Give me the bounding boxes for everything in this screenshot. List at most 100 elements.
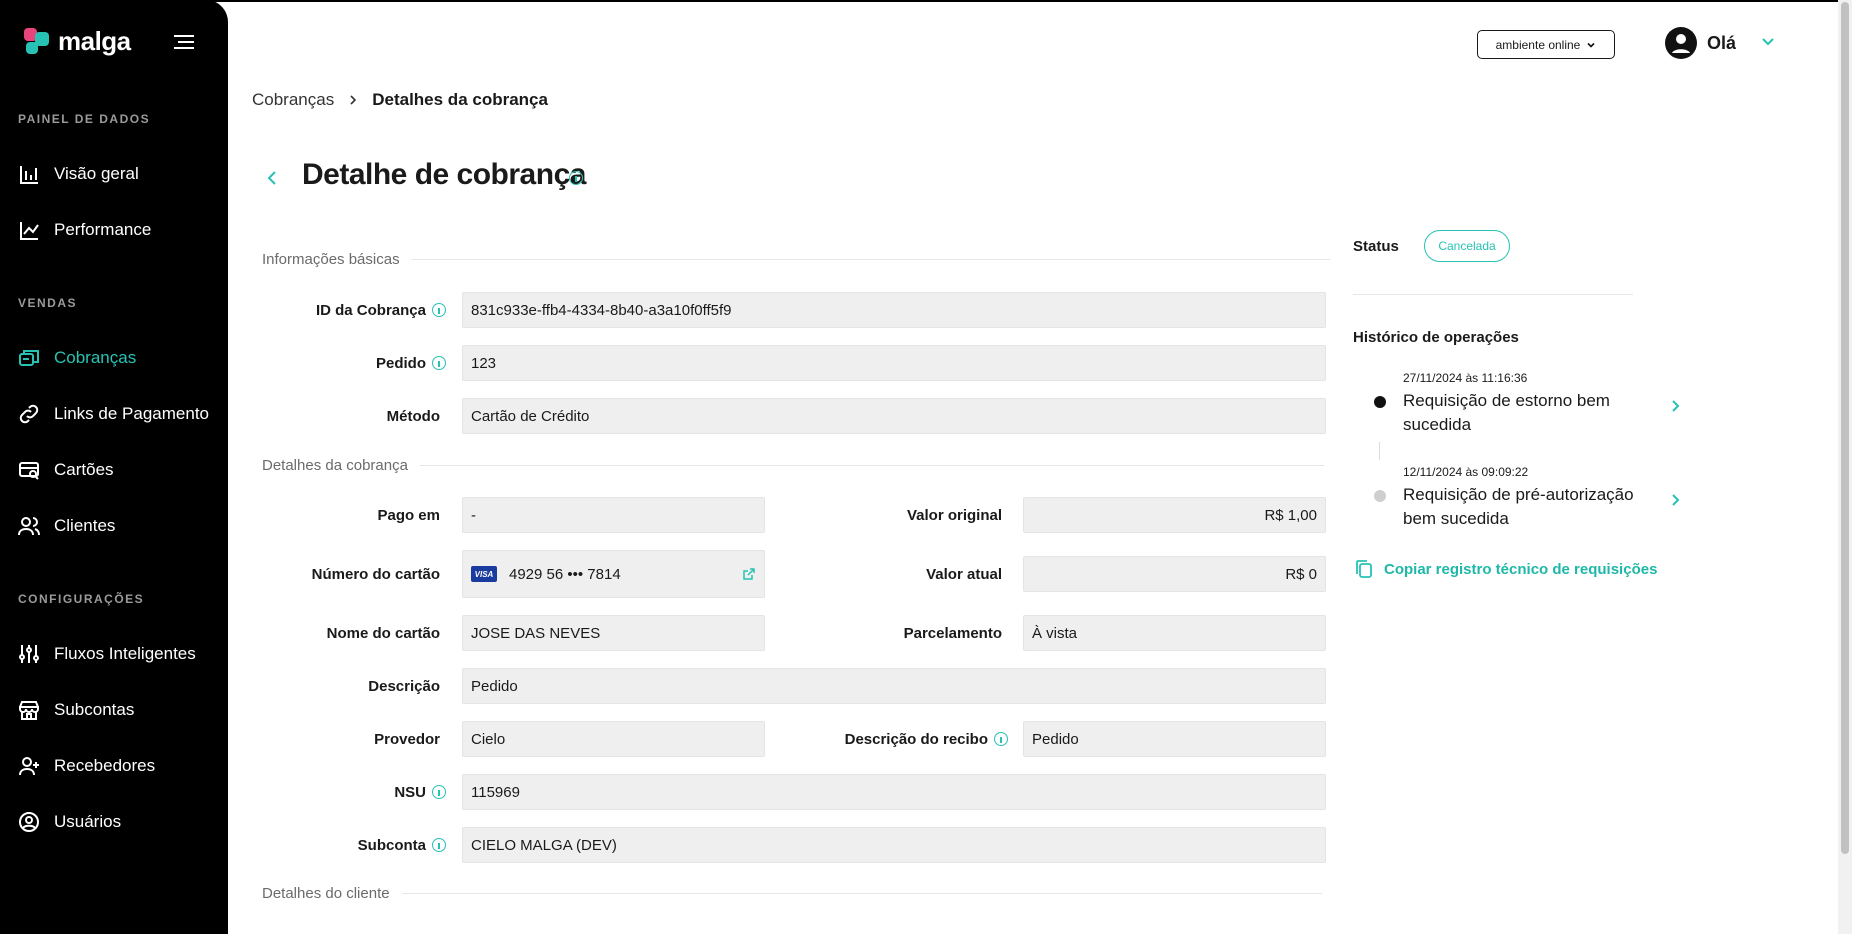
sidebar-item-customers[interactable]: Clientes [18,509,218,543]
title-info-icon[interactable] [569,171,583,185]
installments-label: Parcelamento [800,615,1002,651]
section-basic-info: Informações básicas [262,251,1330,268]
current-value-field[interactable]: R$ 0 [1023,556,1326,592]
receipt-description-field[interactable]: Pedido [1023,721,1326,757]
visa-card-icon: VISA [471,566,497,582]
order-field[interactable]: 123 [462,345,1326,381]
users-icon [18,517,40,536]
label-text: Pedido [375,354,426,372]
bar-chart-icon [20,166,38,184]
nsu-field[interactable]: 115969 [462,774,1326,810]
top-border [0,0,1852,2]
user-chevron-down-icon[interactable] [1760,34,1776,50]
sidebar-item-label: Fluxos Inteligentes [54,644,196,663]
info-icon[interactable] [994,732,1008,746]
copy-request-log-link[interactable]: Copiar registro técnico de requisições [1354,559,1657,579]
label-text: Valor original [906,506,1002,524]
paid-at-field[interactable]: - [462,497,765,533]
chevron-right-icon[interactable] [1670,493,1682,507]
history-connector [1379,442,1380,460]
chevron-right-icon[interactable] [1670,399,1682,413]
history-dot [1374,396,1386,408]
charge-id-label: ID da Cobrança [262,292,446,328]
info-icon[interactable] [432,838,446,852]
label-text: Número do cartão [311,565,440,583]
info-icon[interactable] [432,356,446,370]
sidebar-item-label: Usuários [54,812,122,831]
history-title: Histórico de operações [1353,329,1519,346]
status-badge: Cancelada [1424,230,1510,262]
label-text: Método [386,407,440,425]
sidebar-item-label: Subcontas [54,700,135,719]
sidebar-item-receivers[interactable]: Recebedores [18,749,218,783]
chevron-right-icon [350,95,357,105]
sidebar-item-charges[interactable]: Cobranças [18,341,218,375]
history-dot [1374,490,1386,502]
provider-field[interactable]: Cielo [462,721,765,757]
sidebar-item-label: Cartões [54,460,114,479]
breadcrumb-current: Detalhes da cobrança [372,90,548,109]
sidebar-item-label: Performance [54,220,152,239]
method-label: Método [262,398,440,434]
user-menu[interactable]: Olá [1665,27,1736,59]
divider [411,259,1330,260]
charge-id-field[interactable]: 831c933e-ffb4-4334-8b40-a3a10f0ff5f9 [462,292,1326,328]
environment-select[interactable]: ambiente online [1477,30,1615,59]
page-scrollbar[interactable] [1838,0,1852,934]
sidebar-item-overview[interactable]: Visão geral [18,157,218,191]
section-basic-info-title: Informações básicas [262,251,400,268]
chevron-down-icon [1587,42,1595,48]
label-text: Parcelamento [903,624,1002,642]
method-field[interactable]: Cartão de Crédito [462,398,1326,434]
provider-label: Provedor [262,721,440,757]
external-link-icon[interactable] [742,567,756,581]
scrollbar-thumb[interactable] [1841,2,1849,854]
charges-icon [19,350,39,366]
brand-name: malga [58,26,131,56]
sidebar-item-smart-flows[interactable]: Fluxos Inteligentes [18,637,218,671]
copy-icon [1356,560,1372,578]
card-name-label: Nome do cartão [262,615,440,651]
subaccount-field[interactable]: CIELO MALGA (DEV) [462,827,1326,863]
sidebar-item-label: Cobranças [54,348,137,367]
info-icon[interactable] [432,785,446,799]
back-arrow-icon[interactable] [264,168,280,188]
label-text: Nome do cartão [326,624,440,642]
section-title-settings: CONFIGURAÇÕES [18,592,145,606]
history-item[interactable]: 12/11/2024 às 09:09:22 Requisição de pré… [1370,465,1690,535]
label-text: Descrição [368,677,440,695]
card-search-icon [19,462,39,480]
user-plus-icon [19,757,39,776]
subaccount-label: Subconta [262,827,446,863]
label-text: Valor atual [926,565,1002,583]
breadcrumb: Cobranças Detalhes da cobrança [252,90,548,110]
sidebar-item-subaccounts[interactable]: Subcontas [18,693,218,727]
history-text: Requisição de estorno bem sucedida [1403,391,1610,434]
sliders-icon [19,645,39,663]
info-icon[interactable] [432,303,446,317]
sidebar-item-payment-links[interactable]: Links de Pagamento [18,397,218,431]
receipt-description-label: Descrição do recibo [800,721,1008,757]
sidebar-item-cards[interactable]: Cartões [18,453,218,487]
menu-toggle-icon[interactable] [172,32,196,52]
description-field[interactable]: Pedido [462,668,1326,704]
brand-logo[interactable]: malga [24,26,131,57]
installments-field[interactable]: À vista [1023,615,1326,651]
original-value-field[interactable]: R$ 1,00 [1023,497,1326,533]
history-date: 12/11/2024 às 09:09:22 [1403,465,1529,479]
nsu-label: NSU [262,774,446,810]
sidebar-item-label: Clientes [54,516,116,535]
store-icon [19,701,39,720]
user-greeting: Olá [1707,32,1737,53]
breadcrumb-link-charges[interactable]: Cobranças [252,90,334,110]
section-customer-details-title: Detalhes do cliente [262,885,390,902]
copy-link-label: Copiar registro técnico de requisições [1384,560,1658,578]
status-label: Status [1353,238,1399,255]
history-item[interactable]: 27/11/2024 às 11:16:36 Requisição de est… [1370,371,1690,441]
sidebar-item-users[interactable]: Usuários [18,805,218,839]
card-name-field[interactable]: JOSE DAS NEVES [462,615,765,651]
user-circle-icon [19,812,39,832]
card-number-field[interactable]: VISA 4929 56 ••• 7814 [462,550,765,598]
sidebar-item-performance[interactable]: Performance [18,213,218,247]
sidebar-item-label: Recebedores [54,756,156,775]
